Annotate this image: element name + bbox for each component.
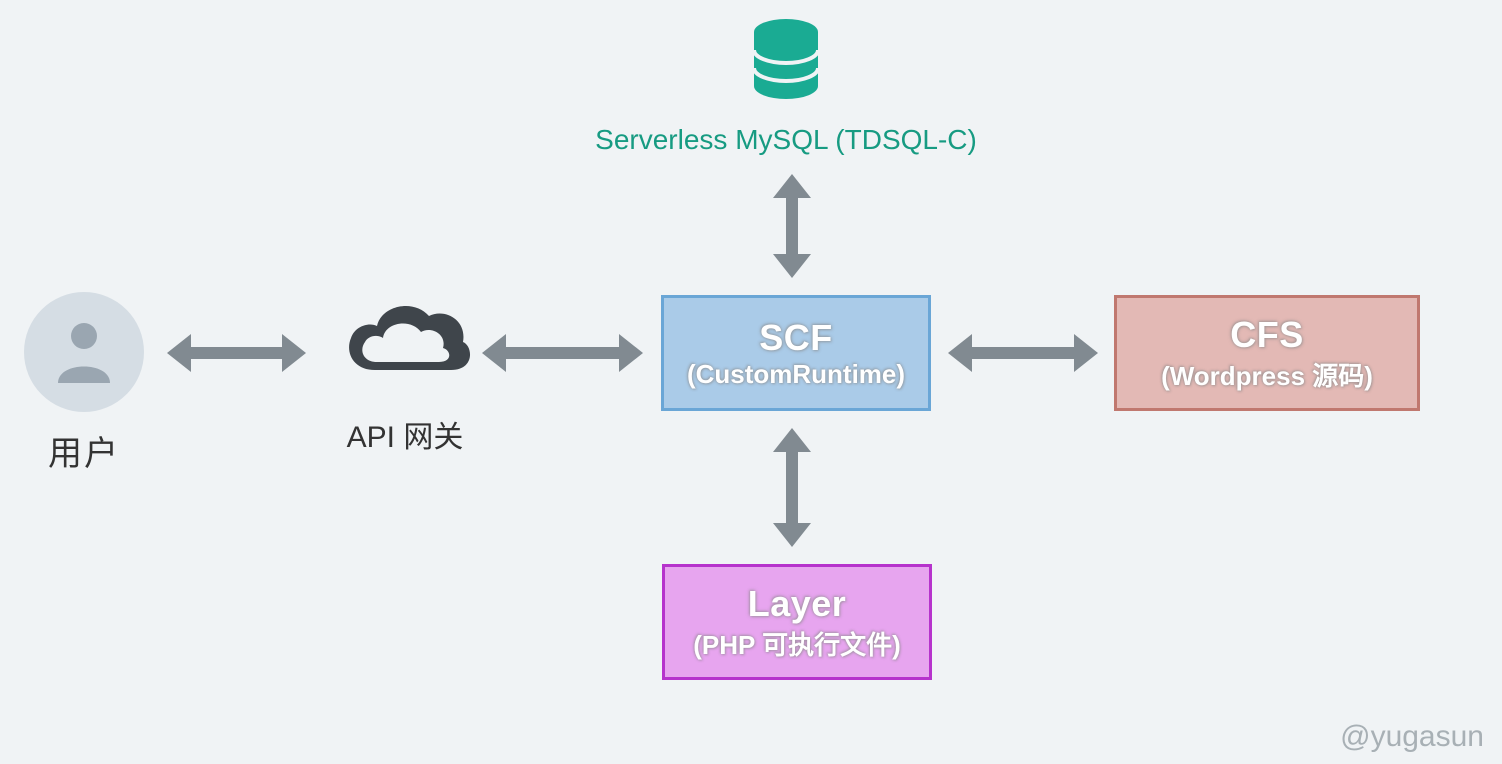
cfs-title: CFS — [1230, 314, 1304, 356]
database-label: Serverless MySQL (TDSQL-C) — [595, 124, 977, 156]
node-database: Serverless MySQL (TDSQL-C) — [616, 18, 956, 156]
user-avatar — [24, 292, 144, 412]
scf-title: SCF — [759, 317, 833, 359]
database-icon — [749, 18, 823, 110]
user-icon — [54, 319, 114, 385]
arrow-api-scf — [504, 347, 621, 359]
node-user: 用户 — [24, 292, 144, 475]
cloud-icon — [335, 292, 475, 392]
arrow-db-scf — [786, 196, 798, 256]
scf-subtitle: (CustomRuntime) — [687, 359, 905, 390]
node-api-gateway: API 网关 — [325, 292, 485, 456]
layer-title: Layer — [748, 583, 847, 625]
node-cfs: CFS (Wordpress 源码) — [1114, 295, 1420, 411]
cfs-subtitle: (Wordpress 源码) — [1161, 356, 1373, 393]
watermark: @yugasun — [1340, 720, 1484, 754]
arrow-scf-cfs — [970, 347, 1076, 359]
node-scf: SCF (CustomRuntime) — [661, 295, 931, 411]
arrow-user-api — [189, 347, 284, 359]
arrow-scf-layer — [786, 450, 798, 525]
user-label: 用户 — [48, 426, 120, 475]
layer-subtitle: (PHP 可执行文件) — [693, 625, 901, 662]
api-gateway-label: API 网关 — [347, 412, 464, 456]
node-layer: Layer (PHP 可执行文件) — [662, 564, 932, 680]
